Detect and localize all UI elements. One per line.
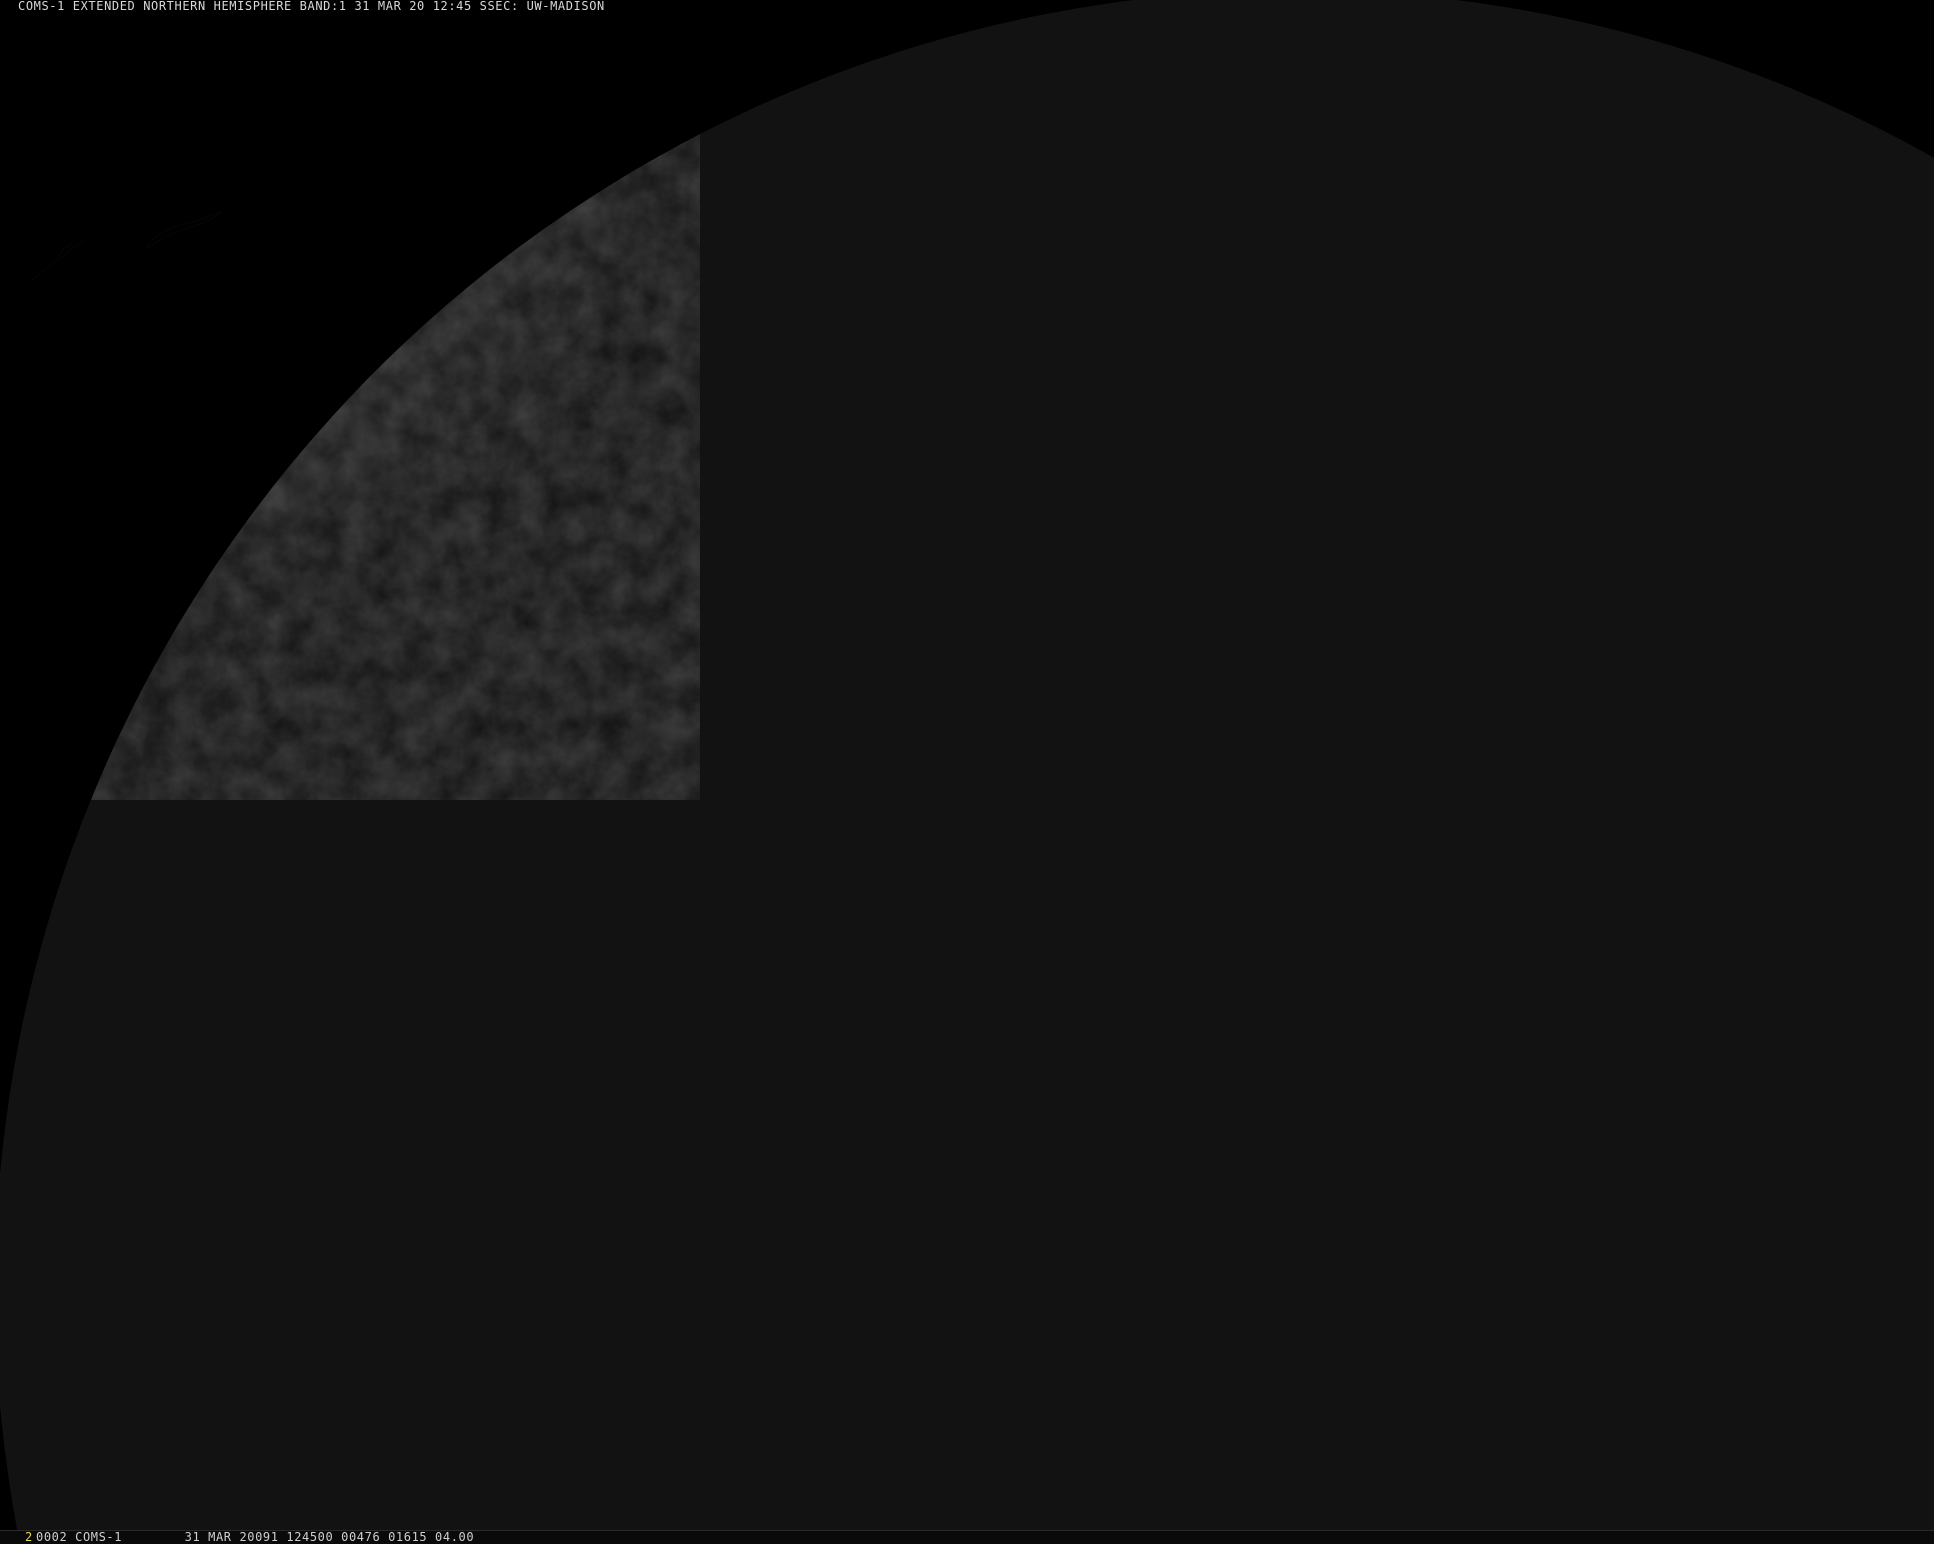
earth-surface: [0, 0, 1934, 1531]
status-info: 0002 COMS-1 31 MAR 20091 124500 00476 01…: [36, 1530, 475, 1544]
image-header-title: COMS-1 EXTENDED NORTHERN HEMISPHERE BAND…: [18, 0, 605, 13]
coastline-outline: [145, 210, 222, 249]
satellite-image-viewer: COMS-1 EXTENDED NORTHERN HEMISPHERE BAND…: [0, 0, 1934, 1544]
coastline-outline-west: [29, 239, 85, 283]
frame-number: 2: [25, 1530, 33, 1544]
earth-disk-image: [0, 0, 1934, 1531]
status-bar: 2 0002 COMS-1 31 MAR 20091 124500 00476 …: [0, 1530, 1934, 1544]
